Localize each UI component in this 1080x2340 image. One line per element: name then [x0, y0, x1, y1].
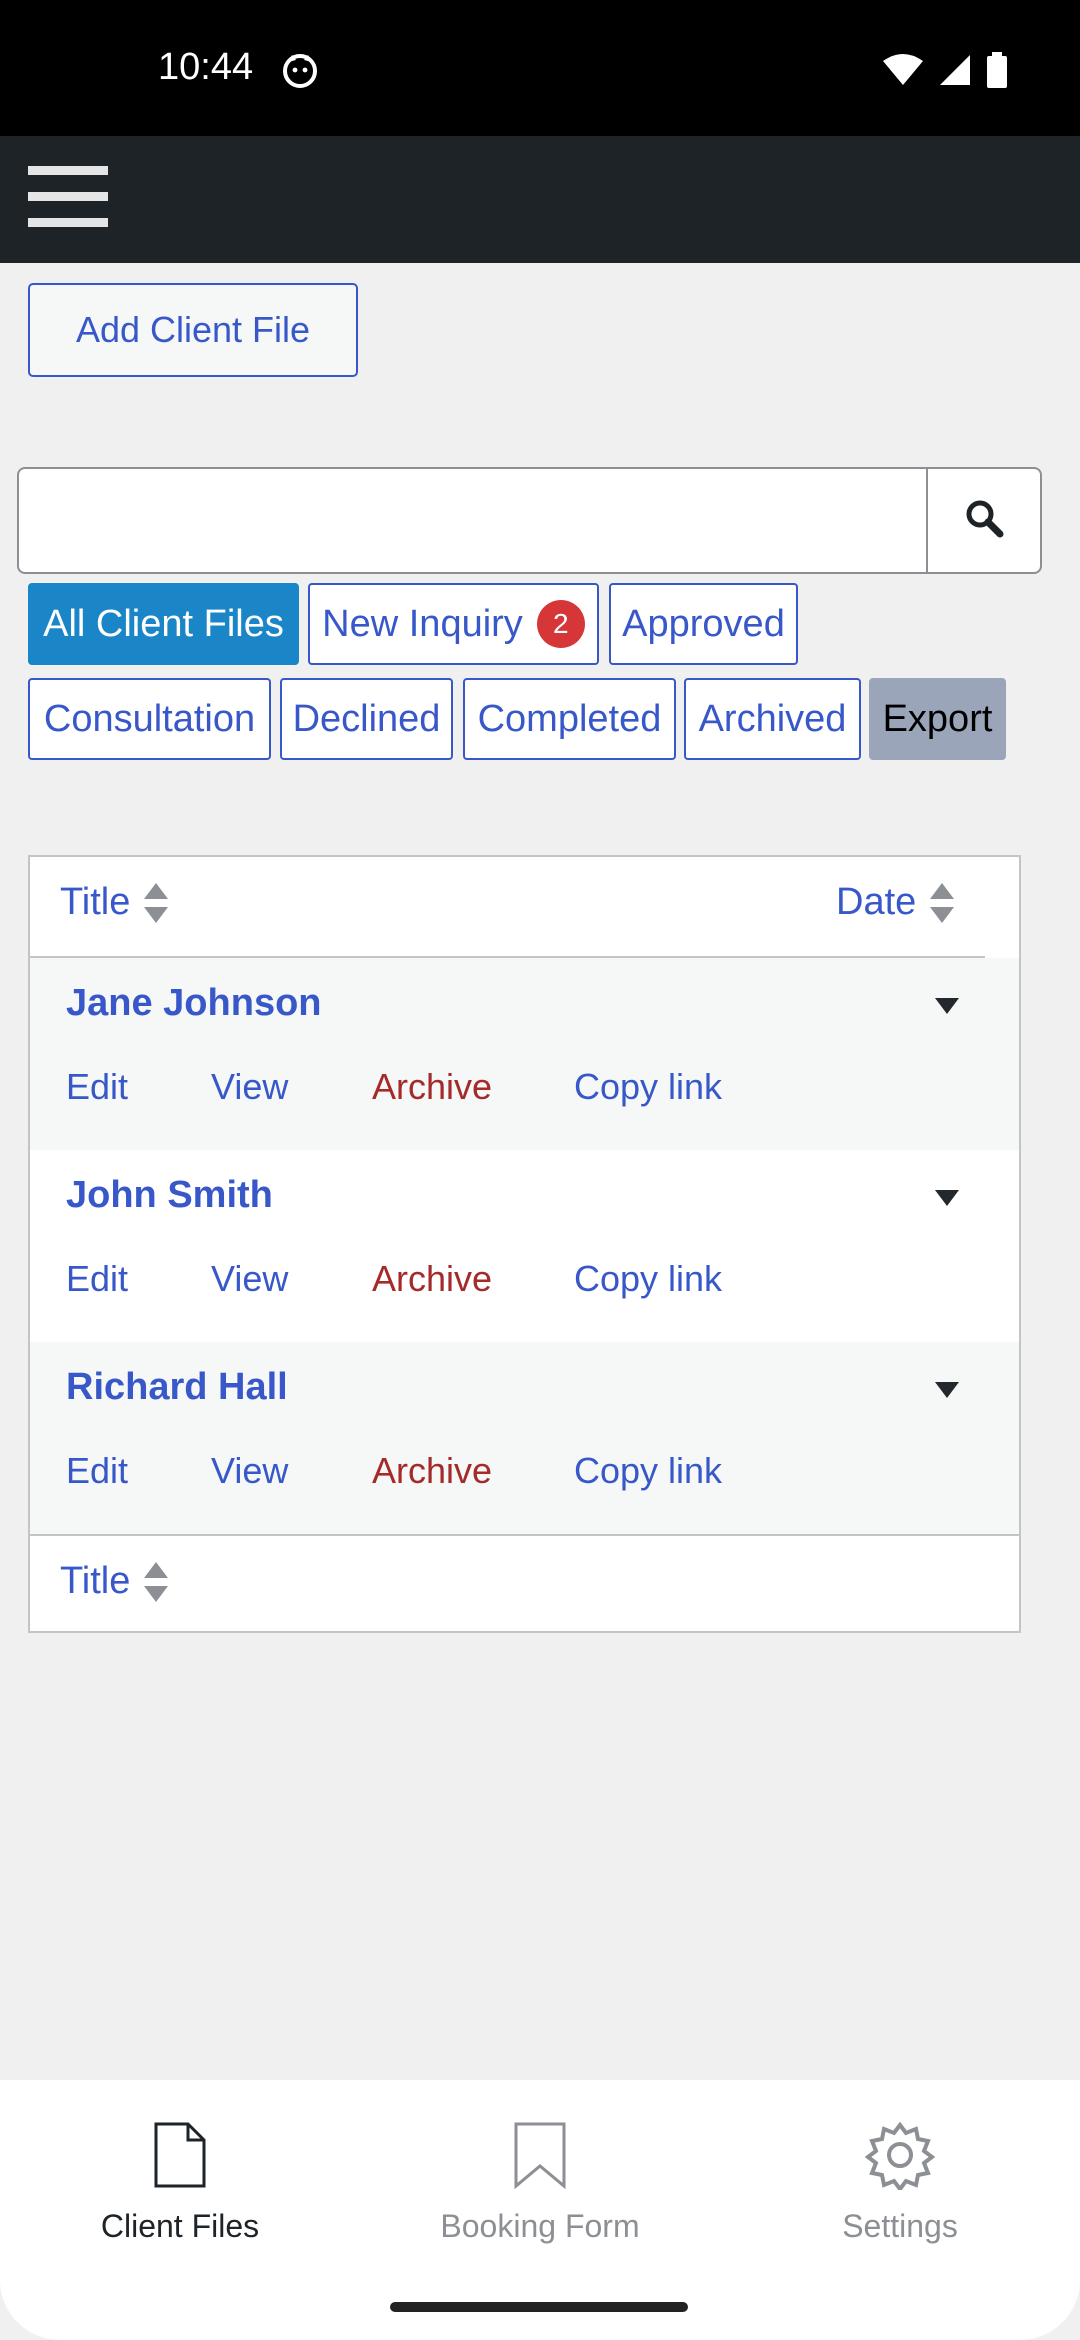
- search-icon: [964, 498, 1004, 543]
- nav-client-files[interactable]: Client Files: [30, 2120, 330, 2270]
- status-time: 10:44: [158, 46, 254, 88]
- edit-link[interactable]: Edit: [66, 1258, 128, 1300]
- copy-link[interactable]: Copy link: [574, 1258, 722, 1300]
- wifi-icon: [882, 53, 924, 92]
- nav-settings-label: Settings: [842, 2208, 958, 2244]
- client-files-table: Title Date Jane Johnson Edit View Archiv…: [28, 855, 1021, 1633]
- search-box: [17, 467, 1042, 574]
- filter-new-inquiry-label: New Inquiry: [322, 602, 523, 645]
- filter-all-client-files[interactable]: All Client Files: [28, 583, 299, 665]
- status-bar: 10:44: [0, 0, 1080, 136]
- bottom-navigation: Client Files Booking Form Settings: [0, 2080, 1080, 2340]
- file-icon: [152, 2122, 208, 2197]
- nav-client-files-label: Client Files: [100, 2208, 260, 2244]
- export-button[interactable]: Export: [869, 678, 1006, 760]
- sort-icon: [144, 1561, 169, 1602]
- view-link[interactable]: View: [211, 1066, 288, 1108]
- edit-link[interactable]: Edit: [66, 1450, 128, 1492]
- add-client-file-button[interactable]: Add Client File: [28, 283, 358, 377]
- table-row: John Smith Edit View Archive Copy link: [30, 1150, 1019, 1342]
- search-input[interactable]: [19, 469, 929, 572]
- bookmark-icon: [512, 2122, 568, 2197]
- footer-title-label: Title: [60, 1560, 131, 1602]
- table-header: Title Date: [30, 857, 985, 958]
- sort-title-footer[interactable]: Title: [60, 1560, 169, 1603]
- row-title-link[interactable]: John Smith: [66, 1174, 273, 1217]
- view-link[interactable]: View: [211, 1450, 288, 1492]
- archive-link[interactable]: Archive: [372, 1450, 492, 1492]
- signal-icon: [938, 53, 972, 92]
- nav-booking-form-label: Booking Form: [440, 2208, 640, 2244]
- copy-link[interactable]: Copy link: [574, 1450, 722, 1492]
- battery-icon: [986, 52, 1008, 93]
- gear-icon: [864, 2121, 936, 2197]
- sort-icon: [144, 882, 169, 923]
- expand-row-icon[interactable]: [935, 1382, 959, 1398]
- cat-face-icon: [282, 52, 318, 93]
- expand-row-icon[interactable]: [935, 1190, 959, 1206]
- row-title-link[interactable]: Jane Johnson: [66, 982, 322, 1025]
- sort-title-header[interactable]: Title: [60, 881, 169, 924]
- nav-booking-form[interactable]: Booking Form: [390, 2120, 690, 2270]
- home-indicator[interactable]: [390, 2302, 688, 2312]
- filter-declined[interactable]: Declined: [280, 678, 453, 760]
- new-inquiry-count-badge: 2: [536, 600, 585, 648]
- filter-consultation[interactable]: Consultation: [28, 678, 271, 760]
- archive-link[interactable]: Archive: [372, 1258, 492, 1300]
- archive-link[interactable]: Archive: [372, 1066, 492, 1108]
- edit-link[interactable]: Edit: [66, 1066, 128, 1108]
- row-title-link[interactable]: Richard Hall: [66, 1366, 288, 1409]
- sort-date-header[interactable]: Date: [836, 881, 955, 924]
- copy-link[interactable]: Copy link: [574, 1066, 722, 1108]
- filter-completed[interactable]: Completed: [463, 678, 676, 760]
- expand-row-icon[interactable]: [935, 998, 959, 1014]
- view-link[interactable]: View: [211, 1258, 288, 1300]
- sort-icon: [930, 882, 955, 923]
- header-date-label: Date: [836, 881, 917, 923]
- filter-approved[interactable]: Approved: [609, 583, 798, 665]
- filter-new-inquiry[interactable]: New Inquiry 2: [308, 583, 599, 665]
- nav-settings[interactable]: Settings: [750, 2120, 1050, 2270]
- table-footer: Title: [30, 1534, 1019, 1633]
- search-button[interactable]: [926, 469, 1040, 572]
- hamburger-menu-icon[interactable]: [28, 166, 108, 234]
- table-row: Richard Hall Edit View Archive Copy link: [30, 1342, 1019, 1534]
- filter-archived[interactable]: Archived: [684, 678, 861, 760]
- top-app-bar: [0, 136, 1080, 263]
- header-title-label: Title: [60, 881, 131, 923]
- table-row: Jane Johnson Edit View Archive Copy link: [30, 958, 1019, 1150]
